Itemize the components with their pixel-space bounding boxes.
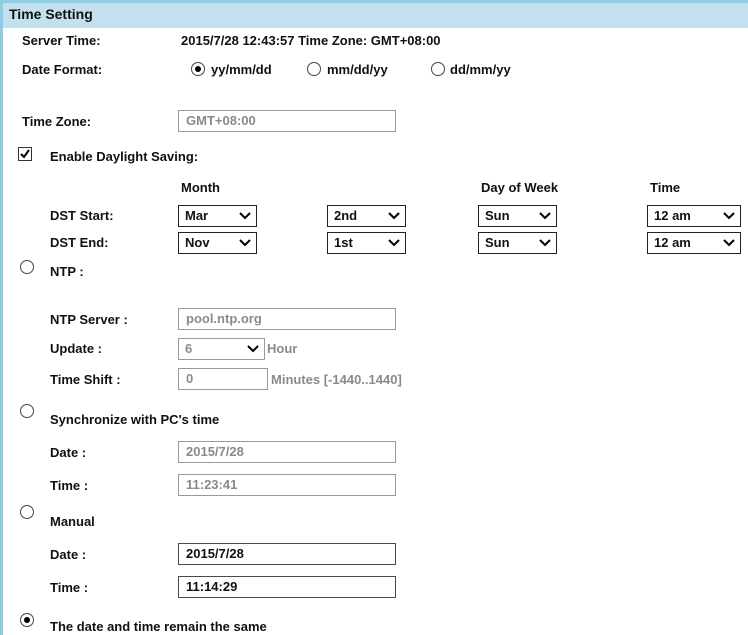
dst-end-week-value: 1st [334, 235, 353, 250]
manual-date-field[interactable]: 2015/7/28 [178, 543, 396, 565]
manual-time-field[interactable]: 11:14:29 [178, 576, 396, 598]
sync-pc-time-label: Time : [50, 478, 89, 493]
chevron-down-icon [247, 345, 259, 353]
manual-time-label: Time : [50, 580, 89, 595]
chevron-down-icon [239, 239, 251, 247]
ntp-update-label: Update : [50, 341, 102, 356]
manual-radio[interactable] [20, 505, 34, 519]
dst-start-day-value: Sun [485, 208, 510, 223]
ntp-update-value: 6 [185, 341, 193, 356]
sync-pc-date-label: Date : [50, 445, 87, 460]
dst-col-month: Month [181, 180, 220, 195]
dst-end-label: DST End: [50, 235, 109, 250]
date-format-option-yymmdd: yy/mm/dd [211, 62, 272, 77]
ntp-server-field[interactable]: pool.ntp.org [178, 308, 396, 330]
server-time-value: 2015/7/28 12:43:57 Time Zone: GMT+08:00 [181, 33, 441, 48]
chevron-down-icon [239, 212, 251, 220]
date-format-radio-mmddyy[interactable] [307, 62, 321, 76]
ntp-server-label: NTP Server : [50, 312, 128, 327]
dst-start-day-select[interactable]: Sun [478, 205, 557, 227]
dst-start-month-value: Mar [185, 208, 209, 223]
ntp-shift-label: Time Shift : [50, 372, 121, 387]
manual-date-label: Date : [50, 547, 87, 562]
dst-start-week-value: 2nd [334, 208, 358, 223]
date-format-option-mmddyy: mm/dd/yy [327, 62, 388, 77]
dst-end-day-select[interactable]: Sun [478, 232, 557, 254]
sync-pc-time-field[interactable]: 11:23:41 [178, 474, 396, 496]
dst-enable-checkbox[interactable] [18, 147, 32, 161]
time-zone-field[interactable]: GMT+08:00 [178, 110, 396, 132]
section-header: Time Setting [3, 0, 748, 28]
chevron-down-icon [723, 239, 735, 247]
dst-start-week-select[interactable]: 2nd [327, 205, 406, 227]
dst-end-month-select[interactable]: Nov [178, 232, 257, 254]
dst-start-time-value: 12 am [654, 208, 691, 223]
date-format-radio-yymmdd[interactable] [191, 62, 205, 76]
chevron-down-icon [539, 212, 551, 220]
left-border [0, 0, 3, 635]
date-format-radio-ddmmyy[interactable] [431, 62, 445, 76]
sync-pc-date-field[interactable]: 2015/7/28 [178, 441, 396, 463]
sync-pc-label: Synchronize with PC's time [50, 412, 220, 427]
server-time-label: Server Time: [22, 33, 101, 48]
checkmark-icon [20, 149, 30, 159]
chevron-down-icon [388, 239, 400, 247]
dst-start-month-select[interactable]: Mar [178, 205, 257, 227]
ntp-radio[interactable] [20, 260, 34, 274]
ntp-shift-field[interactable]: 0 [178, 368, 268, 390]
sync-pc-radio[interactable] [20, 404, 34, 418]
dst-end-month-value: Nov [185, 235, 210, 250]
ntp-label: NTP : [50, 264, 84, 279]
dst-end-day-value: Sun [485, 235, 510, 250]
chevron-down-icon [539, 239, 551, 247]
dst-end-time-select[interactable]: 12 am [647, 232, 741, 254]
time-zone-label: Time Zone: [22, 114, 92, 129]
date-format-option-ddmmyy: dd/mm/yy [450, 62, 511, 77]
dst-col-time: Time [650, 180, 681, 195]
remain-radio[interactable] [20, 613, 34, 627]
ntp-update-select[interactable]: 6 [178, 338, 265, 360]
section-title: Time Setting [9, 6, 93, 22]
remain-label: The date and time remain the same [50, 619, 267, 634]
dst-enable-label: Enable Daylight Saving: [50, 149, 199, 164]
ntp-update-unit: Hour [267, 341, 298, 356]
dst-end-time-value: 12 am [654, 235, 691, 250]
manual-label: Manual [50, 514, 95, 529]
date-format-label: Date Format: [22, 62, 103, 77]
dst-start-time-select[interactable]: 12 am [647, 205, 741, 227]
dst-start-label: DST Start: [50, 208, 114, 223]
dst-col-day-of-week: Day of Week [481, 180, 559, 195]
chevron-down-icon [388, 212, 400, 220]
ntp-shift-unit: Minutes [-1440..1440] [271, 372, 402, 387]
chevron-down-icon [723, 212, 735, 220]
dst-end-week-select[interactable]: 1st [327, 232, 406, 254]
